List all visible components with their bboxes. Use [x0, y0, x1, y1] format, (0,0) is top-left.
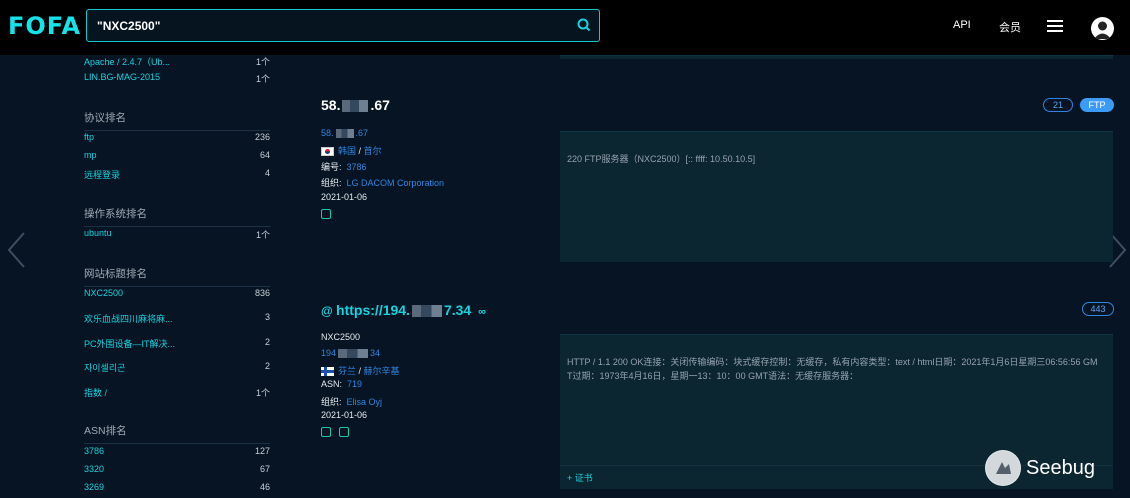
port-badge[interactable]: 21 [1043, 98, 1073, 112]
hamburger-menu-icon[interactable] [1047, 20, 1063, 33]
banner-panel [560, 131, 1113, 262]
result-date: 2021-01-06 [321, 192, 368, 202]
search-icon[interactable] [577, 18, 591, 32]
asn-rank-title: ASN排名 [84, 423, 270, 444]
list-item[interactable]: Apache / 2.4.7（Ub... 1个 [84, 55, 270, 71]
port-badge[interactable]: 443 [1082, 302, 1114, 316]
avatar[interactable] [1091, 17, 1114, 40]
org-link[interactable]: Elisa Oyj [347, 397, 383, 407]
org-link[interactable]: LG DACOM Corporation [347, 178, 445, 188]
nav-vip-link[interactable]: 会员 [999, 19, 1021, 35]
result-icons [321, 208, 339, 219]
site-title-rank-title: 网站标题排名 [84, 266, 270, 287]
result-org: 组织: LG DACOM Corporation [321, 178, 445, 188]
result-asn: ASN: 719 [321, 379, 363, 389]
korea-flag-icon [321, 147, 334, 157]
result-number: 编号: 3786 [321, 162, 367, 172]
list-item[interactable]: ubuntu 1个 [84, 228, 270, 244]
protocol-rank-title: 协议排名 [84, 110, 270, 131]
result-title[interactable]: @ https://194. 7.34 ∞ [321, 302, 486, 318]
list-item[interactable]: ftp 236 [84, 132, 270, 148]
list-item[interactable]: mp 64 [84, 150, 270, 166]
os-rank-title: 操作系统排名 [84, 206, 270, 227]
result-location[interactable]: 韩国 / 首尔 [321, 144, 382, 157]
list-item[interactable]: 자이셀리곤 2 [84, 361, 270, 377]
result-site-title: NXC2500 [321, 332, 361, 342]
banner-text: 220 FTP服务器（NXC2500）[:: ffff: 10.50.10.5] [567, 154, 756, 164]
protocol-badge[interactable]: FTP [1080, 98, 1114, 112]
list-item[interactable]: 3786 127 [84, 446, 270, 462]
stats-sidebar: Apache / 2.4.7（Ub... 1个 LIN.BG-MAG-2015 1个… [84, 55, 274, 498]
banner-text: HTTP / 1.1 200 OK连接：关闭传输编码：块式缓存控制：无缓存，私有… [567, 357, 1098, 381]
asn-link[interactable]: 719 [347, 379, 362, 389]
user-icon [1094, 21, 1111, 39]
cube-icon[interactable] [321, 208, 331, 219]
result-ip-link[interactable]: 194 34 [321, 348, 380, 359]
list-item[interactable]: PC外围设备—IT解决... 2 [84, 337, 270, 353]
search-input[interactable] [97, 10, 567, 41]
result-title[interactable]: 58. .67 [321, 97, 390, 113]
result-date: 2021-01-06 [321, 410, 368, 420]
list-item[interactable]: 3320 67 [84, 464, 270, 480]
list-item[interactable]: 指数 /1个 [84, 386, 270, 402]
chart-icon[interactable] [321, 426, 331, 437]
link-icon[interactable]: ∞ [475, 306, 486, 318]
result-icons [321, 426, 357, 437]
seebug-logo-icon [985, 450, 1021, 486]
search-box[interactable] [86, 9, 600, 42]
finland-flag-icon [321, 367, 334, 377]
cube-icon[interactable] [339, 426, 349, 437]
certificate-toggle[interactable]: + 证书 [567, 471, 593, 484]
asn-link[interactable]: 3786 [347, 162, 367, 172]
fofa-logo[interactable]: FOFA [8, 12, 81, 40]
previous-banner-panel [560, 55, 1113, 59]
list-item[interactable]: LIN.BG-MAG-2015 1个 [84, 72, 270, 88]
watermark-text: Seebug [1026, 457, 1095, 479]
result-ip-link[interactable]: 58. .67 [321, 128, 368, 139]
top-header: FOFA API 会员 [0, 0, 1130, 55]
list-item[interactable]: 欢乐血战四川麻将麻... 3 [84, 312, 270, 328]
prev-arrow-icon[interactable] [4, 230, 30, 270]
list-item[interactable]: 3269 46 [84, 482, 270, 498]
list-item[interactable]: 远程登录 4 [84, 168, 270, 184]
result-location[interactable]: 芬兰 / 赫尔辛基 [321, 364, 400, 377]
result-org: 组织: Elisa Oyj [321, 397, 383, 407]
list-item[interactable]: NXC2500 836 [84, 288, 270, 304]
nav-api-link[interactable]: API [953, 19, 971, 31]
